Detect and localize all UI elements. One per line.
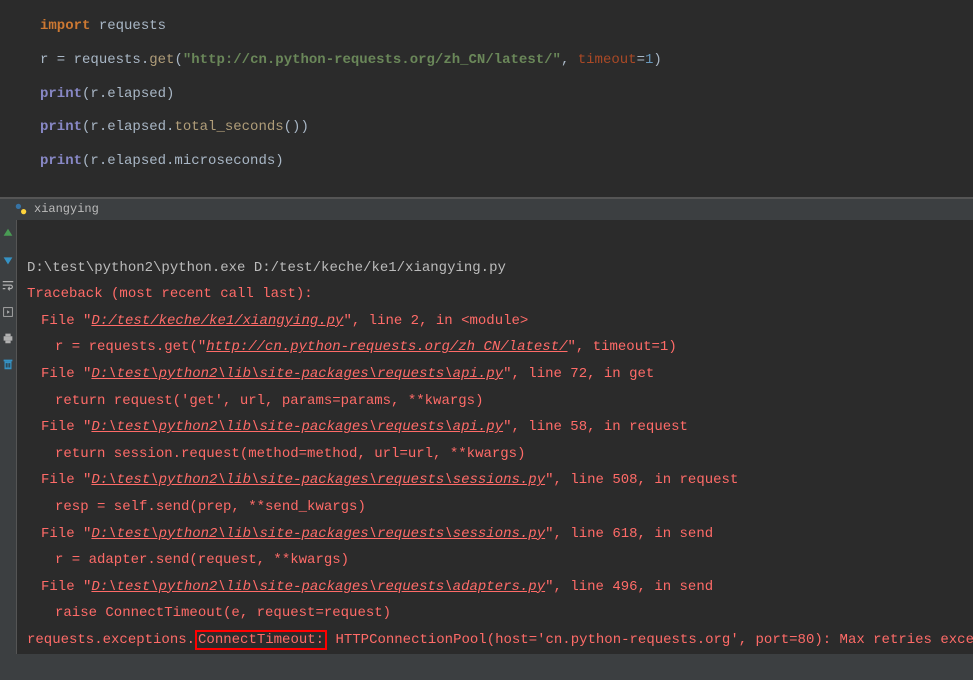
exception-prefix: requests.exceptions. <box>27 632 195 648</box>
trash-icon[interactable] <box>0 356 16 372</box>
object: requests. <box>74 52 150 68</box>
file-suffix: ", line 618, in send <box>545 526 713 542</box>
file-prefix: File " <box>41 579 91 595</box>
exception-message: HTTPConnectionPool(host='cn.python-reque… <box>327 632 973 648</box>
paren-close: ) <box>166 86 174 102</box>
url-string: "http://cn.python-requests.org/zh_CN/lat… <box>183 52 561 68</box>
file-link[interactable]: D:\test\python2\lib\site-packages\reques… <box>91 472 545 488</box>
file-link[interactable]: D:\test\python2\lib\site-packages\reques… <box>91 526 545 542</box>
paren-close: ) <box>653 52 661 68</box>
file-suffix: ", line 58, in request <box>503 419 688 435</box>
print-fn: print <box>40 86 82 102</box>
param-timeout: timeout <box>578 52 637 68</box>
tab-label: xiangying <box>34 202 99 216</box>
file-prefix: File " <box>41 419 91 435</box>
code-context: raise ConnectTimeout(e, request=request) <box>27 600 391 627</box>
arg: r.elapsed. <box>90 119 174 135</box>
file-prefix: File " <box>41 472 91 488</box>
url-link[interactable]: http://cn.python-requests.org/zh_CN/late… <box>206 339 567 355</box>
file-link[interactable]: D:/test/keche/ke1/xiangying.py <box>91 313 343 329</box>
console-line-exec: D:\test\python2\python.exe D:/test/keche… <box>27 260 506 276</box>
method: get <box>149 52 174 68</box>
code-context: return session.request(method=method, ur… <box>27 441 525 468</box>
arg: r.elapsed <box>90 86 166 102</box>
paren-close: ()) <box>284 119 309 135</box>
file-suffix: ", line 508, in request <box>545 472 738 488</box>
code-context: r = adapter.send(request, **kwargs) <box>27 547 349 574</box>
print-fn: print <box>40 153 82 169</box>
exception-name-highlighted: ConnectTimeout: <box>195 630 327 650</box>
python-file-icon <box>14 202 28 216</box>
file-link[interactable]: D:\test\python2\lib\site-packages\reques… <box>91 579 545 595</box>
run-tab-bar: xiangying <box>0 198 973 220</box>
print-icon[interactable] <box>0 330 16 346</box>
module-name: requests <box>90 18 166 34</box>
code-line-2: r = requests.get("http://cn.python-reque… <box>40 44 973 78</box>
up-arrow-icon[interactable] <box>0 226 16 242</box>
run-tab[interactable]: xiangying <box>4 200 109 218</box>
code-line-1: import requests <box>40 10 973 44</box>
file-prefix: File " <box>41 313 91 329</box>
down-arrow-icon[interactable] <box>0 252 16 268</box>
paren-open: ( <box>174 52 182 68</box>
file-prefix: File " <box>41 526 91 542</box>
file-link[interactable]: D:\test\python2\lib\site-packages\reques… <box>91 366 503 382</box>
file-suffix: ", line 72, in get <box>503 366 654 382</box>
console-gutter <box>0 220 17 654</box>
arg: r.elapsed.microseconds <box>90 153 275 169</box>
comma: , <box>561 52 578 68</box>
code-context: r = requests.get(" <box>55 339 206 355</box>
paren-close: ) <box>275 153 283 169</box>
file-suffix: ", line 496, in send <box>545 579 713 595</box>
eq: = <box>637 52 645 68</box>
code-context-end: ", timeout=1) <box>568 339 677 355</box>
method: total_seconds <box>174 119 283 135</box>
code-line-5: print(r.elapsed.microseconds) <box>40 145 973 179</box>
wrap-text-icon[interactable] <box>0 278 16 294</box>
keyword-import: import <box>40 18 90 34</box>
code-context: resp = self.send(prep, **send_kwargs) <box>27 494 366 521</box>
code-editor[interactable]: import requests r = requests.get("http:/… <box>0 0 973 198</box>
code-line-4: print(r.elapsed.total_seconds()) <box>40 111 973 145</box>
console-output[interactable]: D:\test\python2\python.exe D:/test/keche… <box>17 220 973 654</box>
code-context: return request('get', url, params=params… <box>27 388 483 415</box>
file-prefix: File " <box>41 366 91 382</box>
file-suffix: ", line 2, in <module> <box>343 313 528 329</box>
console-panel: D:\test\python2\python.exe D:/test/keche… <box>0 220 973 654</box>
export-icon[interactable] <box>0 304 16 320</box>
file-link[interactable]: D:\test\python2\lib\site-packages\reques… <box>91 419 503 435</box>
code-line-3: print(r.elapsed) <box>40 78 973 112</box>
traceback-header: Traceback (most recent call last): <box>27 286 313 302</box>
assign-op: = <box>48 52 73 68</box>
print-fn: print <box>40 119 82 135</box>
